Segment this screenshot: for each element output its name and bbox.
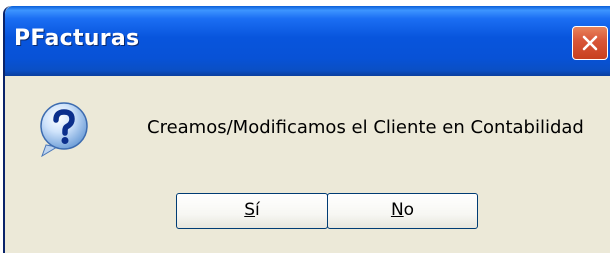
yes-button[interactable]: Sí bbox=[176, 193, 328, 229]
yes-label: í bbox=[255, 200, 260, 220]
yes-mnemonic: S bbox=[244, 200, 256, 220]
question-icon bbox=[38, 101, 90, 158]
no-button[interactable]: No bbox=[327, 193, 478, 229]
dialog-message: Creamos/Modificamos el Cliente en Contab… bbox=[147, 117, 584, 138]
title-bar[interactable]: PFacturas bbox=[5, 6, 610, 76]
no-label: o bbox=[403, 200, 415, 220]
message-dialog: PFacturas Creamos/Modificamos el Cliente… bbox=[3, 6, 610, 253]
window-title: PFacturas bbox=[14, 26, 140, 51]
dialog-body: Creamos/Modificamos el Cliente en Contab… bbox=[5, 76, 610, 253]
screenshot-canvas: PFacturas Creamos/Modificamos el Cliente… bbox=[0, 0, 610, 253]
close-icon bbox=[582, 35, 598, 51]
no-mnemonic: N bbox=[390, 200, 404, 220]
close-button[interactable] bbox=[572, 26, 608, 60]
